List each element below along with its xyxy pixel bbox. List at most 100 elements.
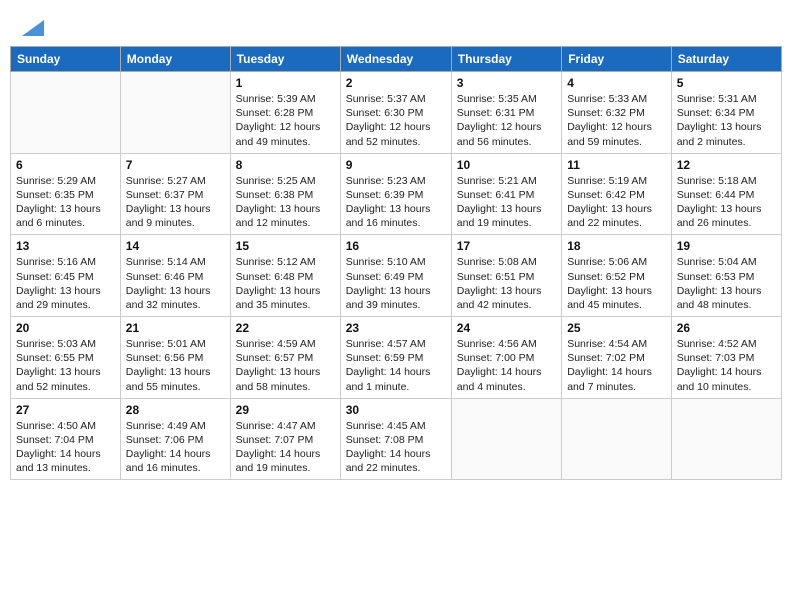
day-info: Sunrise: 4:56 AM Sunset: 7:00 PM Dayligh… <box>457 337 556 394</box>
calendar-cell <box>11 72 121 154</box>
calendar-week-row: 1Sunrise: 5:39 AM Sunset: 6:28 PM Daylig… <box>11 72 782 154</box>
weekday-header-sunday: Sunday <box>11 47 121 72</box>
calendar-cell: 12 Sunrise: 5:18 AM Sunset: 6:44 PM Dayli… <box>671 153 781 235</box>
weekday-header-tuesday: Tuesday <box>230 47 340 72</box>
day-number: 15 <box>236 239 335 253</box>
weekday-header-row: SundayMondayTuesdayWednesdayThursdayFrid… <box>11 47 782 72</box>
calendar-cell: 11 Sunrise: 5:19 AM Sunset: 6:42 PM Dayli… <box>562 153 672 235</box>
day-info: Sunrise: 5:10 AM Sunset: 6:49 PM Dayligh… <box>346 255 446 312</box>
calendar-cell: 24 Sunrise: 4:56 AM Sunset: 7:00 PM Dayli… <box>451 317 561 399</box>
calendar-cell: 20 Sunrise: 5:03 AM Sunset: 6:55 PM Dayli… <box>11 317 121 399</box>
day-info: Sunrise: 5:21 AM Sunset: 6:41 PM Dayligh… <box>457 174 556 231</box>
calendar-cell <box>671 398 781 480</box>
day-info: Sunrise: 5:31 AM Sunset: 6:34 PM Dayligh… <box>677 92 776 149</box>
calendar-cell: 18 Sunrise: 5:06 AM Sunset: 6:52 PM Dayli… <box>562 235 672 317</box>
day-number: 11 <box>567 158 666 172</box>
calendar-cell <box>562 398 672 480</box>
day-number: 10 <box>457 158 556 172</box>
day-info: Sunrise: 5:04 AM Sunset: 6:53 PM Dayligh… <box>677 255 776 312</box>
calendar-cell: 8 Sunrise: 5:25 AM Sunset: 6:38 PM Daylig… <box>230 153 340 235</box>
calendar-cell: 13 Sunrise: 5:16 AM Sunset: 6:45 PM Dayli… <box>11 235 121 317</box>
day-info: Sunrise: 4:45 AM Sunset: 7:08 PM Dayligh… <box>346 419 446 476</box>
day-info: Sunrise: 4:47 AM Sunset: 7:07 PM Dayligh… <box>236 419 335 476</box>
day-info: Sunrise: 5:19 AM Sunset: 6:42 PM Dayligh… <box>567 174 666 231</box>
weekday-header-saturday: Saturday <box>671 47 781 72</box>
calendar-cell: 27 Sunrise: 4:50 AM Sunset: 7:04 PM Dayli… <box>11 398 121 480</box>
calendar-cell: 5 Sunrise: 5:31 AM Sunset: 6:34 PM Daylig… <box>671 72 781 154</box>
day-info: Sunrise: 5:18 AM Sunset: 6:44 PM Dayligh… <box>677 174 776 231</box>
weekday-header-thursday: Thursday <box>451 47 561 72</box>
calendar-cell: 4 Sunrise: 5:33 AM Sunset: 6:32 PM Daylig… <box>562 72 672 154</box>
calendar-cell: 25 Sunrise: 4:54 AM Sunset: 7:02 PM Dayli… <box>562 317 672 399</box>
weekday-header-wednesday: Wednesday <box>340 47 451 72</box>
day-number: 21 <box>126 321 225 335</box>
calendar-cell <box>451 398 561 480</box>
day-info: Sunrise: 5:37 AM Sunset: 6:30 PM Dayligh… <box>346 92 446 149</box>
day-number: 26 <box>677 321 776 335</box>
day-info: Sunrise: 4:57 AM Sunset: 6:59 PM Dayligh… <box>346 337 446 394</box>
day-info: Sunrise: 5:35 AM Sunset: 6:31 PM Dayligh… <box>457 92 556 149</box>
day-number: 17 <box>457 239 556 253</box>
day-info: Sunrise: 5:06 AM Sunset: 6:52 PM Dayligh… <box>567 255 666 312</box>
day-number: 18 <box>567 239 666 253</box>
calendar-cell: 26 Sunrise: 4:52 AM Sunset: 7:03 PM Dayli… <box>671 317 781 399</box>
day-info: Sunrise: 5:16 AM Sunset: 6:45 PM Dayligh… <box>16 255 115 312</box>
day-number: 8 <box>236 158 335 172</box>
day-number: 9 <box>346 158 446 172</box>
day-info: Sunrise: 4:54 AM Sunset: 7:02 PM Dayligh… <box>567 337 666 394</box>
day-number: 12 <box>677 158 776 172</box>
day-info: Sunrise: 4:59 AM Sunset: 6:57 PM Dayligh… <box>236 337 335 394</box>
day-number: 24 <box>457 321 556 335</box>
weekday-header-monday: Monday <box>120 47 230 72</box>
day-number: 29 <box>236 403 335 417</box>
day-number: 28 <box>126 403 225 417</box>
day-number: 1 <box>236 76 335 90</box>
calendar-table: SundayMondayTuesdayWednesdayThursdayFrid… <box>10 46 782 480</box>
day-info: Sunrise: 5:27 AM Sunset: 6:37 PM Dayligh… <box>126 174 225 231</box>
day-number: 4 <box>567 76 666 90</box>
page-header <box>10 10 782 40</box>
calendar-cell: 19 Sunrise: 5:04 AM Sunset: 6:53 PM Dayli… <box>671 235 781 317</box>
day-number: 27 <box>16 403 115 417</box>
calendar-cell: 2 Sunrise: 5:37 AM Sunset: 6:30 PM Daylig… <box>340 72 451 154</box>
day-number: 25 <box>567 321 666 335</box>
calendar-week-row: 27 Sunrise: 4:50 AM Sunset: 7:04 PM Dayli… <box>11 398 782 480</box>
calendar-cell: 30 Sunrise: 4:45 AM Sunset: 7:08 PM Dayli… <box>340 398 451 480</box>
day-info: Sunrise: 5:03 AM Sunset: 6:55 PM Dayligh… <box>16 337 115 394</box>
calendar-cell: 1Sunrise: 5:39 AM Sunset: 6:28 PM Daylig… <box>230 72 340 154</box>
calendar-cell: 7 Sunrise: 5:27 AM Sunset: 6:37 PM Daylig… <box>120 153 230 235</box>
calendar-cell: 16 Sunrise: 5:10 AM Sunset: 6:49 PM Dayli… <box>340 235 451 317</box>
day-info: Sunrise: 5:08 AM Sunset: 6:51 PM Dayligh… <box>457 255 556 312</box>
calendar-cell: 9 Sunrise: 5:23 AM Sunset: 6:39 PM Daylig… <box>340 153 451 235</box>
day-info: Sunrise: 5:25 AM Sunset: 6:38 PM Dayligh… <box>236 174 335 231</box>
calendar-cell: 15 Sunrise: 5:12 AM Sunset: 6:48 PM Dayli… <box>230 235 340 317</box>
day-number: 20 <box>16 321 115 335</box>
day-info: Sunrise: 5:12 AM Sunset: 6:48 PM Dayligh… <box>236 255 335 312</box>
day-number: 23 <box>346 321 446 335</box>
day-number: 13 <box>16 239 115 253</box>
calendar-cell: 21Sunrise: 5:01 AM Sunset: 6:56 PM Dayli… <box>120 317 230 399</box>
day-info: Sunrise: 5:33 AM Sunset: 6:32 PM Dayligh… <box>567 92 666 149</box>
calendar-week-row: 6Sunrise: 5:29 AM Sunset: 6:35 PM Daylig… <box>11 153 782 235</box>
day-number: 5 <box>677 76 776 90</box>
day-info: Sunrise: 5:23 AM Sunset: 6:39 PM Dayligh… <box>346 174 446 231</box>
day-number: 30 <box>346 403 446 417</box>
calendar-cell: 29 Sunrise: 4:47 AM Sunset: 7:07 PM Dayli… <box>230 398 340 480</box>
day-number: 2 <box>346 76 446 90</box>
day-number: 22 <box>236 321 335 335</box>
day-number: 7 <box>126 158 225 172</box>
logo-icon <box>22 20 44 36</box>
calendar-cell: 3Sunrise: 5:35 AM Sunset: 6:31 PM Daylig… <box>451 72 561 154</box>
day-info: Sunrise: 4:52 AM Sunset: 7:03 PM Dayligh… <box>677 337 776 394</box>
calendar-week-row: 13 Sunrise: 5:16 AM Sunset: 6:45 PM Dayli… <box>11 235 782 317</box>
calendar-cell: 10 Sunrise: 5:21 AM Sunset: 6:41 PM Dayli… <box>451 153 561 235</box>
calendar-cell <box>120 72 230 154</box>
calendar-cell: 22 Sunrise: 4:59 AM Sunset: 6:57 PM Dayli… <box>230 317 340 399</box>
calendar-cell: 28Sunrise: 4:49 AM Sunset: 7:06 PM Dayli… <box>120 398 230 480</box>
weekday-header-friday: Friday <box>562 47 672 72</box>
day-number: 6 <box>16 158 115 172</box>
day-number: 19 <box>677 239 776 253</box>
day-info: Sunrise: 4:50 AM Sunset: 7:04 PM Dayligh… <box>16 419 115 476</box>
day-number: 16 <box>346 239 446 253</box>
calendar-cell: 6Sunrise: 5:29 AM Sunset: 6:35 PM Daylig… <box>11 153 121 235</box>
